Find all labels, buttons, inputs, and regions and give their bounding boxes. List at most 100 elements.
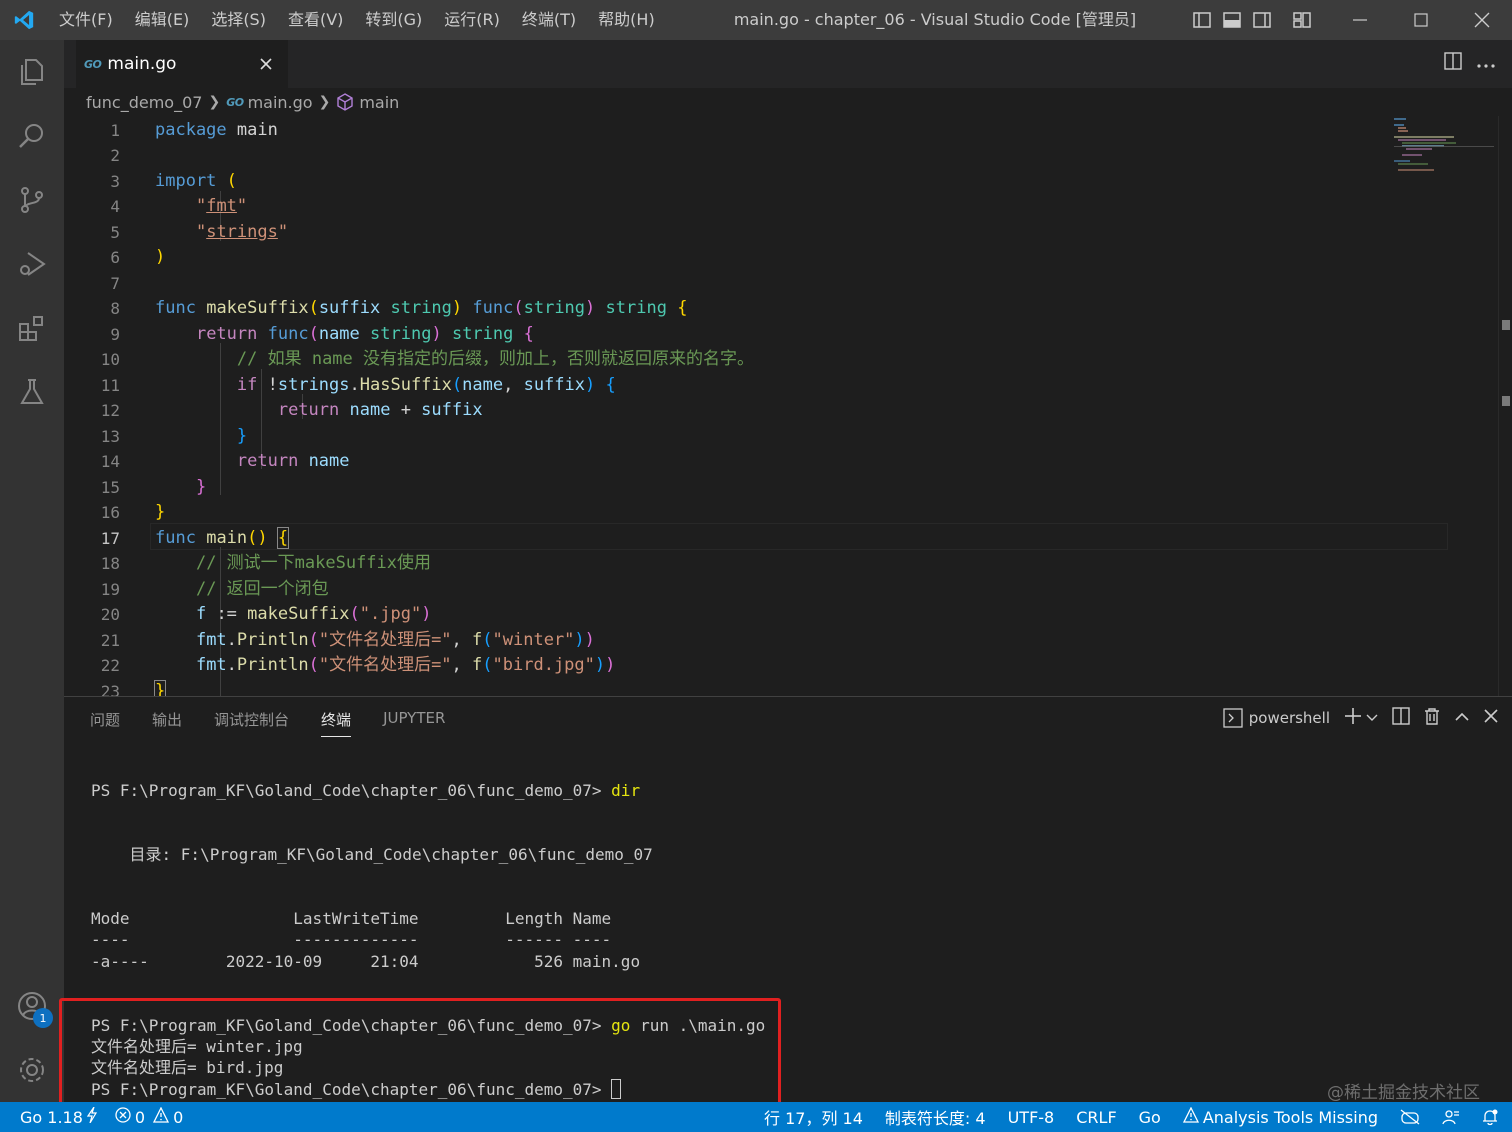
toggle-secondary-sidebar-icon[interactable] xyxy=(1247,0,1277,40)
minimize-button[interactable] xyxy=(1329,0,1390,40)
line-number: 3 xyxy=(110,172,120,191)
new-terminal-plus-icon[interactable] xyxy=(1344,707,1362,729)
menu-run[interactable]: 运行(R) xyxy=(433,0,511,40)
language-mode-status[interactable]: Go xyxy=(1139,1108,1161,1127)
manage-gear-icon[interactable] xyxy=(0,1038,64,1102)
maximize-panel-chevron-up-icon[interactable] xyxy=(1454,709,1470,727)
analysis-tools-status[interactable]: Analysis Tools Missing xyxy=(1182,1106,1378,1127)
analysis-tools-label: Analysis Tools Missing xyxy=(1202,1107,1378,1127)
more-actions-icon[interactable] xyxy=(1476,54,1496,73)
testing-icon[interactable] xyxy=(0,360,64,424)
code-text: fmt.Println("文件名处理后=", f("winter")) xyxy=(195,630,595,650)
code-editor[interactable]: 1 package main 2 3 import ( 4 "fmt" 5 "str… xyxy=(64,116,1512,696)
vscode-logo-icon xyxy=(0,0,48,40)
line-number: 6 xyxy=(110,248,120,267)
search-icon[interactable] xyxy=(0,104,64,168)
source-control-icon[interactable] xyxy=(0,168,64,232)
menu-edit[interactable]: 编辑(E) xyxy=(124,0,201,40)
code-line: 23} xyxy=(64,679,1444,696)
menu-go[interactable]: 转到(G) xyxy=(354,0,433,40)
chevron-down-icon[interactable] xyxy=(1366,709,1378,727)
close-window-button[interactable] xyxy=(1451,0,1512,40)
code-text: "strings" xyxy=(195,222,289,242)
code-line: 6) xyxy=(64,245,1444,270)
problems-status[interactable]: 0 0 xyxy=(115,1106,183,1127)
tab-close-icon[interactable] xyxy=(254,52,278,76)
code-text: } xyxy=(155,502,166,522)
panel-actions: powershell xyxy=(1223,707,1498,729)
encoding-status[interactable]: UTF-8 xyxy=(1008,1108,1055,1127)
code-line: 20 f := makeSuffix(".jpg") xyxy=(64,602,1444,627)
run-debug-icon[interactable] xyxy=(0,232,64,296)
menu-file[interactable]: 文件(F) xyxy=(48,0,124,40)
close-panel-icon[interactable] xyxy=(1484,709,1498,727)
title-bar: 文件(F) 编辑(E) 选择(S) 查看(V) 转到(G) 运行(R) 终端(T… xyxy=(0,0,1512,40)
code-line: 22 fmt.Println("文件名处理后=", f("bird.jpg")) xyxy=(64,653,1444,678)
line-number: 4 xyxy=(110,197,120,216)
split-terminal-icon[interactable] xyxy=(1392,707,1410,729)
tab-debug-console[interactable]: 调试控制台 xyxy=(214,709,289,737)
code-text: f := makeSuffix(".jpg") xyxy=(195,604,432,624)
editor-scrollbar[interactable] xyxy=(1498,116,1512,696)
line-number: 1 xyxy=(110,121,120,140)
code-line: 16} xyxy=(64,500,1444,525)
tab-output[interactable]: 输出 xyxy=(152,709,182,737)
tab-terminal[interactable]: 终端 xyxy=(321,709,352,737)
line-number: 21 xyxy=(100,631,120,650)
go-version-label: Go 1.18 xyxy=(20,1107,83,1127)
code-text: } xyxy=(236,426,248,446)
breadcrumb-folder[interactable]: func_demo_07 xyxy=(86,93,202,112)
code-line: 8 func makeSuffix(suffix string) func(str… xyxy=(64,296,1444,321)
line-number: 5 xyxy=(110,223,120,242)
code-line: 11 if !strings.HasSuffix(name, suffix) { xyxy=(64,373,1444,398)
terminal-line: ---- ------------- ------ ---- xyxy=(91,930,612,949)
kill-terminal-trash-icon[interactable] xyxy=(1424,707,1440,729)
line-number: 7 xyxy=(110,274,120,293)
code-line: 3 import ( xyxy=(64,169,1444,194)
cursor-position-status[interactable]: 行 17，列 14 xyxy=(764,1105,863,1129)
indentation-status[interactable]: 制表符长度: 4 xyxy=(885,1105,986,1129)
tab-main-go[interactable]: GO main.go xyxy=(76,40,288,88)
feedback-icon[interactable] xyxy=(1442,1109,1460,1125)
accounts-badge: 1 xyxy=(33,1008,53,1028)
shell-name: powershell xyxy=(1248,709,1330,727)
menu-bar: 文件(F) 编辑(E) 选择(S) 查看(V) 转到(G) 运行(R) 终端(T… xyxy=(48,0,666,40)
breadcrumb-file[interactable]: GO main.go xyxy=(226,93,312,112)
code-line: 18 // 测试一下makeSuffix使用 xyxy=(64,551,1444,576)
terminal-command: dir xyxy=(611,781,641,800)
split-editor-icon[interactable] xyxy=(1444,52,1462,74)
lightning-icon xyxy=(86,1106,97,1127)
tab-problems[interactable]: 问题 xyxy=(90,709,120,737)
tab-jupyter[interactable]: JUPYTER xyxy=(383,709,445,737)
eol-status[interactable]: CRLF xyxy=(1076,1108,1116,1127)
code-line: 14 return name xyxy=(64,449,1444,474)
line-number: 11 xyxy=(100,376,120,395)
maximize-button[interactable] xyxy=(1390,0,1451,40)
code-line: 5 "strings" xyxy=(64,220,1444,245)
toggle-panel-icon[interactable] xyxy=(1217,0,1247,40)
extensions-icon[interactable] xyxy=(0,296,64,360)
accounts-icon[interactable] xyxy=(0,974,64,1038)
menu-terminal[interactable]: 终端(T) xyxy=(511,0,587,40)
terminal-icon xyxy=(1223,708,1243,728)
copilot-disabled-icon[interactable] xyxy=(1400,1109,1420,1125)
explorer-icon[interactable] xyxy=(0,40,64,104)
breadcrumb-symbol[interactable]: main xyxy=(336,93,399,112)
line-number: 18 xyxy=(100,554,120,573)
code-text: "fmt" xyxy=(195,196,248,216)
code-text: // 测试一下makeSuffix使用 xyxy=(195,553,432,573)
terminal-shell-selector[interactable]: powershell xyxy=(1223,708,1330,728)
line-number: 10 xyxy=(100,350,120,369)
terminal-line: Mode LastWriteTime Length Name xyxy=(91,909,612,928)
code-text: fmt.Println("文件名处理后=", f("bird.jpg")) xyxy=(195,655,616,675)
code-text: func makeSuffix(suffix string) func(stri… xyxy=(155,298,688,318)
customize-layout-icon[interactable] xyxy=(1287,0,1317,40)
go-version-status[interactable]: Go 1.18 xyxy=(20,1106,97,1127)
notifications-bell-icon[interactable] xyxy=(1482,1108,1498,1126)
code-line: 13 } xyxy=(64,424,1444,449)
warning-icon xyxy=(153,1106,170,1127)
toggle-primary-sidebar-icon[interactable] xyxy=(1187,0,1217,40)
menu-view[interactable]: 查看(V) xyxy=(277,0,354,40)
minimap[interactable] xyxy=(1394,116,1494,176)
menu-selection[interactable]: 选择(S) xyxy=(200,0,277,40)
